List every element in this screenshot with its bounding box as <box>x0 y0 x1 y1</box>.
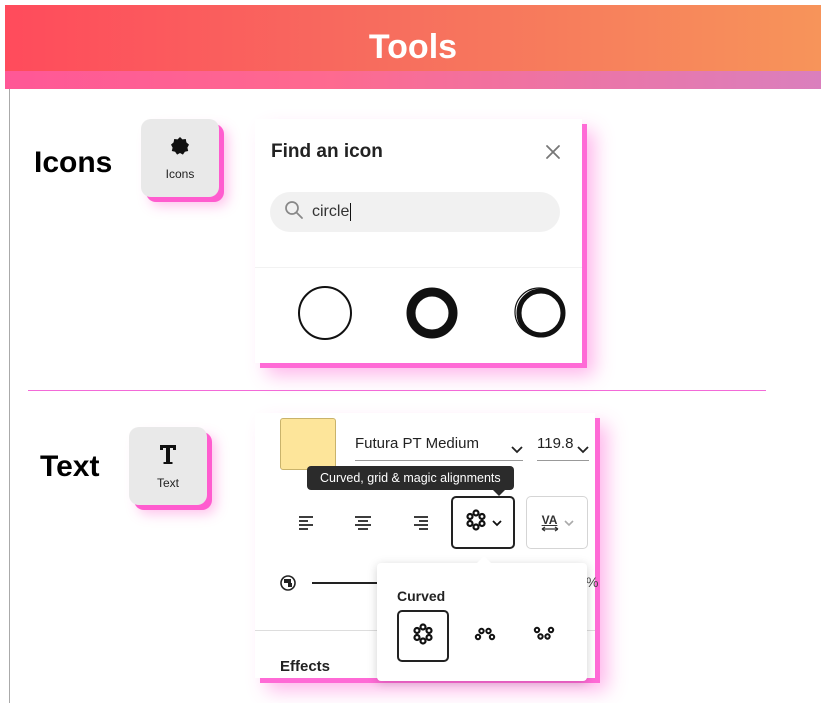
transparency-icon <box>280 575 296 596</box>
transparency-percent: % <box>586 574 599 590</box>
arc-down-icon <box>533 626 555 647</box>
align-center-icon[interactable] <box>353 513 377 537</box>
circle-result-brush[interactable] <box>513 285 569 346</box>
text-color-swatch[interactable] <box>280 418 336 470</box>
page-title: Tools <box>368 27 458 66</box>
icons-section-title: Icons <box>34 146 113 179</box>
chevron-down-icon <box>577 441 589 458</box>
align-left-icon[interactable] <box>297 513 321 537</box>
icons-tile-label: Icons <box>165 166 195 181</box>
letter-spacing-button[interactable]: VA <box>526 496 588 549</box>
font-size-value: 119.8 <box>537 435 574 452</box>
find-icon-panel: Find an icon circle <box>255 119 582 363</box>
section-divider <box>28 390 766 391</box>
circle-text-icon <box>465 509 487 536</box>
circle-result-thick[interactable] <box>404 285 460 346</box>
curved-options-popover: Curved <box>377 556 587 681</box>
letter-spacing-icon: VA <box>541 514 559 532</box>
left-border <box>9 89 10 703</box>
curved-option-arc-up[interactable] <box>459 610 511 662</box>
text-section-title: Text <box>40 450 100 483</box>
icon-search-field[interactable]: circle <box>270 192 560 232</box>
chevron-down-icon <box>511 441 523 458</box>
arc-up-icon <box>474 626 496 647</box>
close-icon[interactable] <box>544 143 562 161</box>
full-circle-icon <box>412 622 434 650</box>
icons-tool-tile[interactable]: Icons <box>141 119 219 197</box>
font-size-select[interactable]: 119.8 <box>537 435 589 461</box>
font-family-select[interactable]: Futura PT Medium <box>355 435 523 461</box>
align-right-icon[interactable] <box>410 513 434 537</box>
results-divider <box>255 267 582 268</box>
curved-option-full-circle[interactable] <box>397 610 449 662</box>
letter-spacing-label: VA <box>541 512 558 527</box>
alignment-tooltip: Curved, grid & magic alignments <box>307 466 514 496</box>
text-t-icon <box>158 443 178 470</box>
text-tool-tile[interactable]: Text <box>129 427 207 505</box>
curved-option-arc-down[interactable] <box>518 610 570 662</box>
page-header: Tools <box>5 5 821 89</box>
text-tile-label: Text <box>156 475 179 490</box>
chevron-down-icon <box>491 514 502 532</box>
search-icon <box>284 200 304 225</box>
effects-label: Effects <box>280 658 331 675</box>
curved-alignment-button[interactable] <box>451 496 515 549</box>
text-properties-panel: Futura PT Medium 119.8 Curved, grid & ma… <box>255 413 599 681</box>
search-input[interactable]: circle <box>312 202 352 221</box>
curved-title: Curved <box>397 588 446 604</box>
badge-icon <box>170 136 190 161</box>
font-family-value: Futura PT Medium <box>355 435 479 452</box>
chevron-down-icon <box>563 514 574 532</box>
circle-result-thin[interactable] <box>297 285 353 346</box>
find-icon-title: Find an icon <box>271 141 383 162</box>
transparency-slider[interactable] <box>312 582 382 584</box>
